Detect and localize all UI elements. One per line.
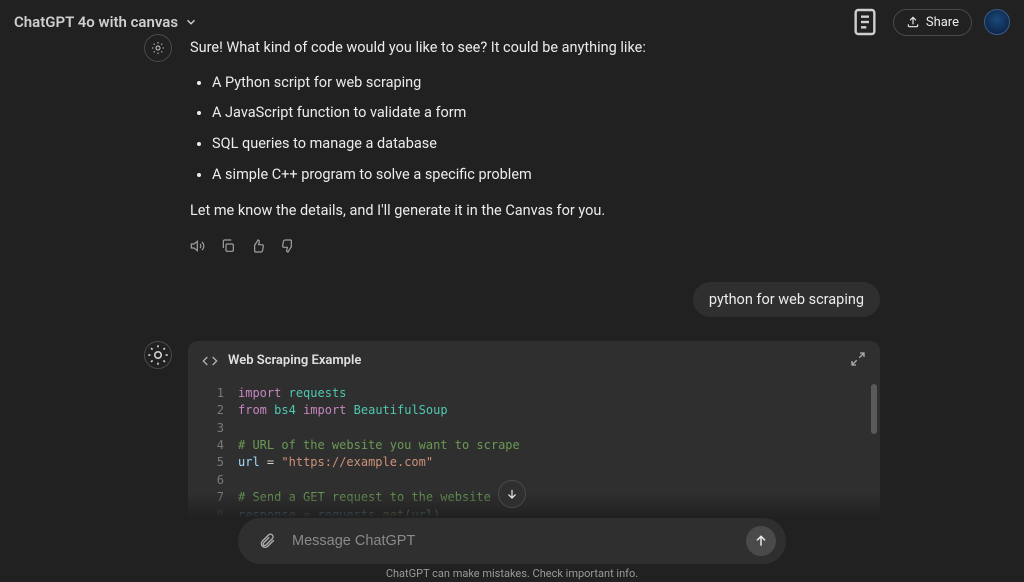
code-line: 2from bs4 import BeautifulSoup — [188, 402, 880, 419]
thumbs-up-button[interactable] — [250, 238, 266, 254]
scrollbar-thumb[interactable] — [871, 384, 877, 434]
code-line: 3 — [188, 420, 880, 437]
code-icon — [202, 353, 218, 369]
thumbs-down-button[interactable] — [280, 238, 296, 254]
expand-icon — [850, 351, 866, 367]
message-actions — [190, 238, 870, 254]
speaker-icon — [190, 238, 206, 254]
thumbs-up-icon — [250, 238, 266, 254]
code-editor[interactable]: 1import requests2from bs4 import Beautif… — [188, 381, 880, 520]
code-line: 6 — [188, 472, 880, 489]
model-selector[interactable]: ChatGPT 4o with canvas — [14, 13, 198, 31]
read-aloud-button[interactable] — [190, 238, 206, 254]
list-item: A JavaScript function to validate a form — [212, 101, 870, 126]
canvas-header: Web Scraping Example — [188, 341, 880, 381]
assistant-followup: Let me know the details, and I'll genera… — [190, 199, 870, 224]
sparkle-icon — [145, 342, 171, 368]
composer — [238, 518, 786, 564]
model-name: ChatGPT 4o with canvas — [14, 13, 178, 31]
assistant-avatar — [144, 341, 172, 369]
assistant-avatar — [144, 34, 172, 62]
user-message-row: python for web scraping — [144, 282, 880, 317]
canvas-title: Web Scraping Example — [228, 353, 361, 368]
thumbs-down-icon — [280, 238, 296, 254]
upload-icon — [906, 15, 920, 29]
arrow-down-icon — [505, 487, 519, 501]
send-button[interactable] — [746, 526, 776, 556]
paperclip-icon — [258, 532, 276, 550]
assistant-message: Sure! What kind of code would you like t… — [144, 34, 880, 254]
sparkle-icon — [150, 40, 166, 56]
disclaimer-text: ChatGPT can make mistakes. Check importa… — [0, 567, 1024, 580]
conversation-area: Sure! What kind of code would you like t… — [0, 30, 1024, 520]
attach-button[interactable] — [252, 526, 282, 556]
copy-icon — [220, 238, 236, 254]
code-line: 5url = "https://example.com" — [188, 454, 880, 471]
share-label: Share — [926, 15, 959, 30]
canvas-panel[interactable]: Web Scraping Example 1import requests2fr… — [188, 341, 880, 520]
list-item: A simple C++ program to solve a specific… — [212, 163, 870, 188]
code-line: 4# URL of the website you want to scrape — [188, 437, 880, 454]
expand-button[interactable] — [850, 351, 866, 371]
suggestion-list: A Python script for web scraping A JavaS… — [212, 71, 870, 188]
list-item: A Python script for web scraping — [212, 71, 870, 96]
message-input[interactable] — [292, 533, 736, 549]
user-message: python for web scraping — [693, 282, 880, 317]
list-item: SQL queries to manage a database — [212, 132, 870, 157]
assistant-intro: Sure! What kind of code would you like t… — [190, 36, 870, 61]
arrow-up-icon — [753, 533, 769, 549]
copy-button[interactable] — [220, 238, 236, 254]
code-line: 1import requests — [188, 385, 880, 402]
code-line: 7# Send a GET request to the website — [188, 489, 880, 506]
scroll-to-bottom-button[interactable] — [498, 480, 526, 508]
chevron-down-icon — [184, 15, 198, 29]
